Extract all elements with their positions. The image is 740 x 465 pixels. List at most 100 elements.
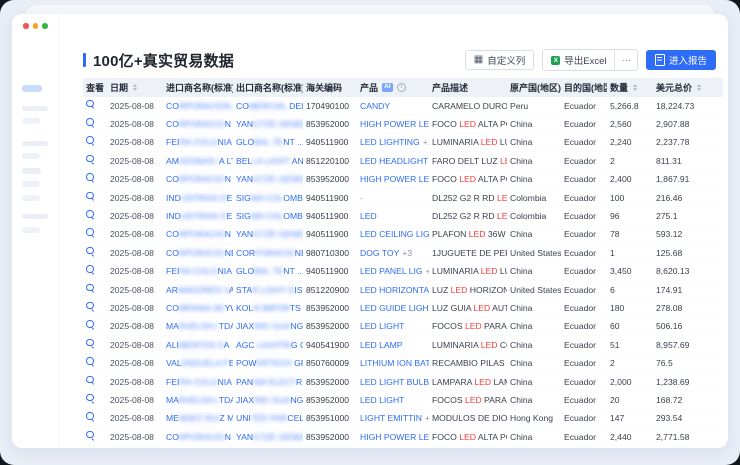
cell-description: FOCOS LED PARA V (429, 317, 507, 335)
view-search-icon[interactable] (86, 376, 96, 386)
product-link[interactable]: LED LIGHT (360, 321, 404, 331)
exporter-link[interactable]: YANGTZE GENERAL LI... (236, 119, 303, 129)
exporter-link[interactable]: GLOBAL TENT ... (236, 137, 303, 147)
product-extra-count[interactable]: +3 (402, 248, 412, 258)
importer-link[interactable]: CORPORACION E... (166, 174, 233, 184)
description-text: PARA V (482, 321, 507, 331)
view-search-icon[interactable] (86, 394, 96, 404)
product-link[interactable]: LED LIGHT (360, 395, 404, 405)
column-header-importer[interactable]: 进口商名称(标准) (163, 78, 233, 97)
view-search-icon[interactable] (86, 136, 96, 146)
importer-link[interactable]: CORPORACION E... (166, 432, 233, 442)
view-search-icon[interactable] (86, 192, 96, 202)
info-icon[interactable] (397, 83, 407, 93)
product-link[interactable]: LIGHT EMITTIN (360, 413, 422, 423)
sort-icon[interactable] (697, 84, 701, 92)
importer-link[interactable]: FEIRA COLONIA ... (166, 266, 233, 276)
exporter-link[interactable]: CORPORACIONES... (236, 248, 303, 258)
product-link[interactable]: DOG TOY (360, 248, 399, 258)
exporter-link[interactable]: YANGTZE GENERAL LI... (236, 174, 303, 184)
sort-icon[interactable] (133, 84, 137, 92)
importer-link[interactable]: AMAZONAS IA LTDA (166, 156, 233, 166)
view-search-icon[interactable] (86, 228, 96, 238)
product-link[interactable]: LED (360, 211, 377, 221)
exporter-link[interactable]: JIAXING GUANGT... (236, 321, 303, 331)
column-header-date[interactable]: 日期 (107, 78, 163, 97)
importer-link[interactable]: MARVELSA LTDA (166, 321, 233, 331)
product-link[interactable]: HIGH POWER LED F (360, 432, 429, 442)
column-header-usd_total[interactable]: 美元总价 (653, 78, 723, 97)
product-link[interactable]: LED GUIDE LIGHT T (360, 303, 429, 313)
exporter-link[interactable]: AGC LIGHTING C... (236, 340, 303, 350)
exporter-link[interactable]: POWERTECH GR... (236, 358, 303, 368)
export-excel-button[interactable]: 导出Excel (543, 50, 614, 70)
product-link[interactable]: LED LAMP (360, 340, 403, 350)
sort-icon[interactable] (633, 84, 637, 92)
exporter-link[interactable]: SIGMA COLOMB... (236, 193, 303, 203)
product-link[interactable]: HIGH POWER LED F (360, 119, 429, 129)
importer-link[interactable]: CORPORACION E... (166, 229, 233, 239)
company-name-fragment: RIC... (296, 377, 303, 387)
excel-icon (551, 56, 560, 65)
exporter-link[interactable]: STAR LIGHT DIST... (236, 285, 303, 295)
view-search-icon[interactable] (86, 302, 96, 312)
importer-link[interactable]: ALIMENTOS SA (166, 340, 229, 350)
product-extra-count[interactable]: +1 (423, 137, 429, 147)
importer-link[interactable]: FEIRA COLONIA ... (166, 137, 233, 147)
exporter-link[interactable]: GLOBAL TENT ... (236, 266, 303, 276)
view-search-icon[interactable] (86, 155, 96, 165)
enter-report-button[interactable]: 进入报告 (646, 50, 716, 70)
product-link[interactable]: LED CEILING LIGHT (360, 229, 429, 239)
close-window-icon[interactable] (23, 23, 29, 29)
importer-link[interactable]: ARMADORES VARA... (166, 285, 233, 295)
customize-columns-button[interactable]: ▦ 自定义列 (465, 50, 534, 70)
view-search-icon[interactable] (86, 173, 96, 183)
importer-link[interactable]: CORPORACION E... (166, 119, 233, 129)
view-search-icon[interactable] (86, 357, 96, 367)
exporter-link[interactable]: COMERCIAL DEL ... (236, 101, 303, 111)
view-search-icon[interactable] (86, 412, 96, 422)
importer-link[interactable]: MARVELSA LTDA (166, 395, 233, 405)
column-header-exporter[interactable]: 出口商名称(标准) (233, 78, 303, 97)
view-search-icon[interactable] (86, 339, 96, 349)
exporter-link[interactable]: SIGMA COLOMB... (236, 211, 303, 221)
view-search-icon[interactable] (86, 210, 96, 220)
view-search-icon[interactable] (86, 118, 96, 128)
importer-link[interactable]: VALENZUELA PEDR... (166, 358, 233, 368)
more-actions-button[interactable]: ··· (614, 50, 637, 70)
product-extra-count[interactable]: +1 (425, 413, 429, 423)
view-search-icon[interactable] (86, 265, 96, 275)
importer-link[interactable]: INDUSTRIAS DE SIS... (166, 211, 233, 221)
maximize-window-icon[interactable] (42, 23, 48, 29)
product-link[interactable]: LED PANEL LIG (360, 266, 423, 276)
product-link[interactable]: LED LIGHT BULB (360, 377, 429, 387)
exporter-link[interactable]: YANGTZE GENERAL LI... (236, 432, 303, 442)
importer-link[interactable]: COMPANIA SKYWI... (166, 303, 233, 313)
importer-link[interactable]: MENDEZ RUIZ M... (166, 413, 233, 423)
view-search-icon[interactable] (86, 284, 96, 294)
cell-origin-country: China (507, 336, 561, 354)
importer-link[interactable]: FEIRA COLONIA ... (166, 377, 233, 387)
product-link[interactable]: CANDY (360, 101, 390, 111)
product-link[interactable]: LED LIGHTING (360, 137, 420, 147)
exporter-link[interactable]: BELLA LIGHT AND... (236, 156, 303, 166)
product-link[interactable]: HIGH POWER LED F (360, 174, 429, 184)
view-search-icon[interactable] (86, 100, 96, 110)
column-header-quantity[interactable]: 数量 (607, 78, 653, 97)
product-link[interactable]: LED HEADLIGHT (360, 156, 428, 166)
importer-link[interactable]: CORPORACIONES... (166, 248, 233, 258)
exporter-link[interactable]: PANAM ELECTRIC... (236, 377, 303, 387)
view-search-icon[interactable] (86, 320, 96, 330)
exporter-link[interactable]: KOLN IMPORTS (236, 303, 301, 313)
product-link[interactable]: LITHIUM ION BATTE (360, 358, 429, 368)
product-extra-count[interactable]: +1 (426, 266, 429, 276)
importer-link[interactable]: INDUSTRIAS DE SIS... (166, 193, 233, 203)
minimize-window-icon[interactable] (33, 23, 39, 29)
view-search-icon[interactable] (86, 431, 96, 441)
importer-link[interactable]: CORPORACION A (166, 101, 233, 111)
view-search-icon[interactable] (86, 247, 96, 257)
exporter-link[interactable]: YANGTZE GENERAL LI... (236, 229, 303, 239)
exporter-link[interactable]: UNITED PARCEL ... (236, 413, 303, 423)
exporter-link[interactable]: JIAXING GUANGT... (236, 395, 303, 405)
product-link[interactable]: LED HORIZONTAL L (360, 285, 429, 295)
